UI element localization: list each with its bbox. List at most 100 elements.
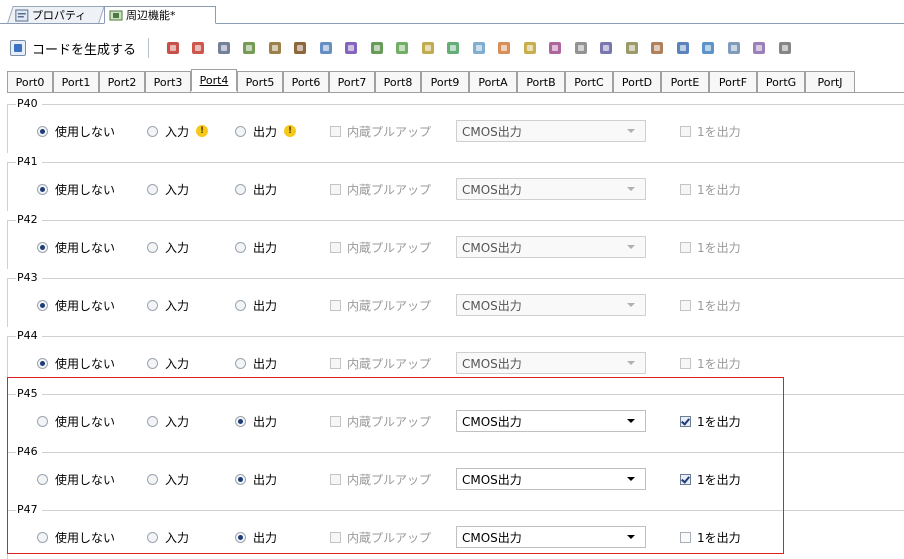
radio-unused[interactable]: 使用しない: [37, 356, 115, 371]
group-title: P41: [16, 155, 42, 169]
output-high-checkbox[interactable]: 1を出力: [680, 124, 741, 139]
output-type-select[interactable]: CMOS出力: [456, 410, 646, 432]
serial2-icon[interactable]: [649, 40, 665, 56]
radio-output[interactable]: 出力: [235, 414, 277, 429]
radio-circle: [235, 299, 246, 311]
watchdog-icon[interactable]: [318, 40, 334, 56]
tab-port8[interactable]: Port8: [375, 71, 421, 92]
clock-out-icon[interactable]: [573, 40, 589, 56]
iic-icon[interactable]: [675, 40, 691, 56]
pullup-checkbox[interactable]: 内蔵プルアップ: [330, 240, 431, 255]
radio-input[interactable]: 入力: [147, 530, 190, 545]
radio-input[interactable]: 入力: [147, 472, 189, 487]
radio-output[interactable]: 出力: [235, 182, 277, 197]
pullup-checkbox[interactable]: 内蔵プルアップ: [330, 530, 432, 545]
radio-unused[interactable]: 使用しない: [37, 182, 115, 197]
timer3-icon[interactable]: [471, 40, 487, 56]
timer2-icon[interactable]: [445, 40, 461, 56]
tab-portg[interactable]: PortG: [757, 71, 805, 92]
tab-port9[interactable]: Port9: [421, 71, 469, 92]
output-high-checkbox[interactable]: 1を出力: [680, 414, 741, 429]
output-type-select[interactable]: CMOS出力: [456, 526, 646, 548]
tab-peripheral[interactable]: 周辺機能*: [104, 6, 216, 24]
tab-port4[interactable]: Port4: [191, 69, 237, 91]
wdt-icon[interactable]: [547, 40, 563, 56]
flash-icon[interactable]: [267, 40, 283, 56]
iica-icon[interactable]: [700, 40, 716, 56]
output-type-select[interactable]: CMOS出力: [456, 236, 646, 258]
radio-output[interactable]: 出力: [235, 472, 277, 487]
pullup-checkbox[interactable]: 内蔵プルアップ: [330, 356, 431, 371]
lvd-icon[interactable]: [343, 40, 359, 56]
tab-portf[interactable]: PortF: [709, 71, 757, 92]
output-type-select[interactable]: CMOS出力: [456, 294, 646, 316]
more-icon[interactable]: [777, 40, 793, 56]
output-type-select[interactable]: CMOS出力: [456, 178, 646, 200]
radio-unused[interactable]: 使用しない: [37, 414, 115, 429]
tab-port0[interactable]: Port0: [7, 71, 53, 92]
radio-output[interactable]: 出力!: [235, 124, 297, 139]
output-high-checkbox[interactable]: 1を出力: [680, 182, 741, 197]
tab-properties[interactable]: プロパティ: [7, 6, 105, 23]
pullup-checkbox[interactable]: 内蔵プルアップ: [330, 472, 431, 487]
output-type-select[interactable]: CMOS出力: [456, 468, 646, 490]
radio-input[interactable]: 入力: [147, 182, 189, 197]
generate-code-button[interactable]: コードを生成する: [10, 36, 142, 60]
pullup-checkbox[interactable]: 内蔵プルアップ: [330, 182, 431, 197]
tab-porte[interactable]: PortE: [661, 71, 709, 92]
adc-icon[interactable]: [726, 40, 742, 56]
radio-unused[interactable]: 使用しない: [37, 298, 115, 313]
radio-input[interactable]: 入力: [147, 240, 189, 255]
radio-output[interactable]: 出力: [235, 356, 277, 371]
radio-unused[interactable]: 使用しない: [37, 472, 115, 487]
tab-portj[interactable]: PortJ: [805, 71, 855, 92]
tab-port6[interactable]: Port6: [283, 71, 329, 92]
output-high-checkbox[interactable]: 1を出力: [680, 530, 741, 545]
voltage-icon[interactable]: [241, 40, 257, 56]
radio-output[interactable]: 出力: [235, 530, 277, 545]
rtc-icon[interactable]: [522, 40, 538, 56]
pullup-checkbox[interactable]: 内蔵プルアップ: [330, 124, 431, 139]
radio-output[interactable]: 出力: [235, 240, 277, 255]
radio-label: 入力: [165, 530, 190, 545]
radio-input[interactable]: 入力: [147, 298, 189, 313]
serial-icon[interactable]: [624, 40, 640, 56]
interrupt-icon[interactable]: [394, 40, 410, 56]
radio-output[interactable]: 出力: [235, 298, 277, 313]
port-group-p47: P47 使用しない 入力 出力 内蔵プルアップ CMOS出力 1を出力: [7, 503, 904, 559]
ocd-icon[interactable]: [216, 40, 232, 56]
output-high-checkbox[interactable]: 1を出力: [680, 356, 741, 371]
timer-icon[interactable]: [420, 40, 436, 56]
pullup-checkbox[interactable]: 内蔵プルアップ: [330, 298, 431, 313]
tab-port5[interactable]: Port5: [237, 71, 283, 92]
port-icon[interactable]: [369, 40, 385, 56]
timer4-icon[interactable]: [496, 40, 512, 56]
tab-port3[interactable]: Port3: [145, 71, 191, 92]
tab-port7[interactable]: Port7: [329, 71, 375, 92]
tab-port1[interactable]: Port1: [53, 71, 99, 92]
radio-input[interactable]: 入力: [147, 356, 189, 371]
tab-portd[interactable]: PortD: [613, 71, 661, 92]
pullup-checkbox[interactable]: 内蔵プルアップ: [330, 414, 431, 429]
pullup-label: 内蔵プルアップ: [347, 530, 432, 545]
tab-portb[interactable]: PortB: [517, 71, 565, 92]
radio-unused[interactable]: 使用しない: [37, 530, 115, 545]
output-high-checkbox[interactable]: 1を出力: [680, 240, 741, 255]
radio-unused[interactable]: 使用しない: [37, 124, 115, 139]
clock-gen-icon[interactable]: [165, 40, 181, 56]
radio-circle: [147, 415, 158, 427]
output-high-checkbox[interactable]: 1を出力: [680, 298, 741, 313]
reset-icon[interactable]: [190, 40, 206, 56]
radio-input[interactable]: 入力: [147, 414, 189, 429]
radio-unused[interactable]: 使用しない: [37, 240, 115, 255]
radio-input[interactable]: 入力!: [147, 124, 209, 139]
chip-icon[interactable]: [292, 40, 308, 56]
pcl-icon[interactable]: [598, 40, 614, 56]
tab-portc[interactable]: PortC: [565, 71, 613, 92]
tab-port2[interactable]: Port2: [99, 71, 145, 92]
tab-porta[interactable]: PortA: [469, 71, 517, 92]
output-high-checkbox[interactable]: 1を出力: [680, 472, 741, 487]
output-type-select[interactable]: CMOS出力: [456, 120, 646, 142]
dma-icon[interactable]: [751, 40, 767, 56]
output-type-select[interactable]: CMOS出力: [456, 352, 646, 374]
